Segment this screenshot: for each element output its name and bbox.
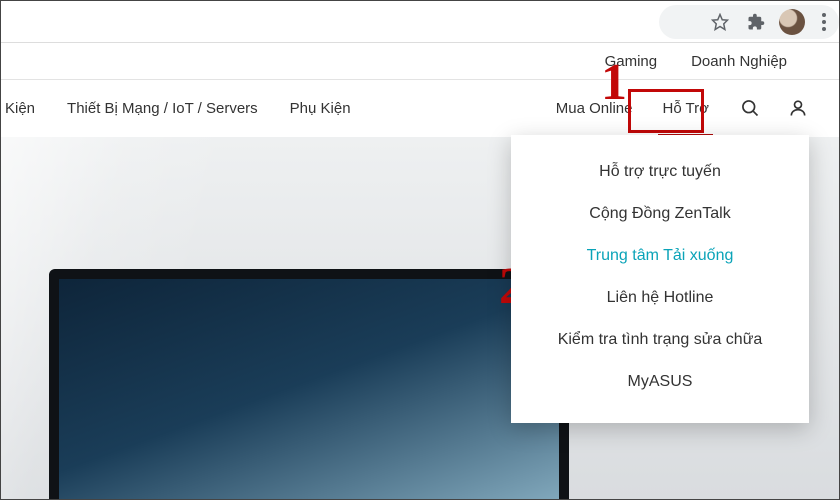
dropdown-item-myasus[interactable]: MyASUS (511, 361, 809, 403)
extensions-icon[interactable] (743, 9, 769, 35)
dropdown-item-zentalk[interactable]: Cộng Đồng ZenTalk (511, 193, 809, 235)
site-mainnav: Kiện Thiết Bị Mạng / IoT / Servers Phụ K… (1, 80, 839, 136)
dropdown-item-hotline[interactable]: Liên hệ Hotline (511, 277, 809, 319)
nav-item-kien[interactable]: Kiện (5, 100, 35, 117)
browser-toolbar (1, 1, 839, 43)
topnav-business[interactable]: Doanh Nghiệp (691, 53, 787, 70)
search-icon[interactable] (739, 97, 761, 119)
profile-avatar[interactable] (779, 9, 805, 35)
nav-item-accessories[interactable]: Phụ Kiện (290, 100, 351, 117)
support-dropdown: Hỗ trợ trực tuyến Cộng Đồng ZenTalk Trun… (511, 135, 809, 423)
site-topnav: Gaming Doanh Nghiệp (1, 43, 839, 79)
nav-item-networking[interactable]: Thiết Bị Mạng / IoT / Servers (67, 100, 258, 117)
browser-menu-icon[interactable] (815, 9, 833, 35)
nav-item-buy-online[interactable]: Mua Online (556, 100, 633, 117)
star-icon[interactable] (707, 9, 733, 35)
account-icon[interactable] (787, 97, 809, 119)
hero-monitor-graphic (49, 269, 569, 499)
mainnav-left: Kiện Thiết Bị Mạng / IoT / Servers Phụ K… (1, 100, 351, 117)
mainnav-right: Mua Online Hỗ Trợ (556, 94, 839, 123)
nav-item-support[interactable]: Hỗ Trợ (662, 100, 709, 117)
dropdown-item-download-center[interactable]: Trung tâm Tải xuống (511, 235, 809, 277)
viewport: Gaming Doanh Nghiệp Kiện Thiết Bị Mạng /… (0, 0, 840, 500)
dropdown-item-repair-status[interactable]: Kiểm tra tình trạng sửa chữa (511, 319, 809, 361)
nav-item-support-wrap: Hỗ Trợ (658, 94, 713, 123)
topnav-gaming[interactable]: Gaming (605, 53, 658, 70)
dropdown-item-online-support[interactable]: Hỗ trợ trực tuyến (511, 151, 809, 193)
